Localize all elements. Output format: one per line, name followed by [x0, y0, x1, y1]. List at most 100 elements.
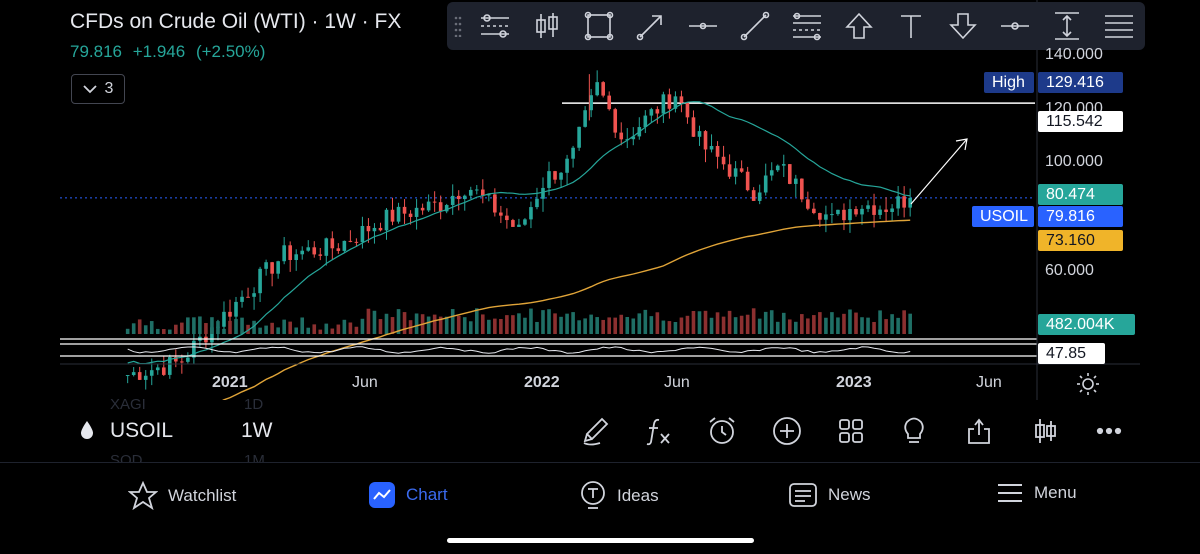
candle-body [643, 115, 648, 128]
volume-bar [481, 314, 485, 334]
fib-lines-icon[interactable] [781, 2, 833, 50]
volume-bar [733, 317, 738, 334]
interval-selector[interactable]: 1W [241, 419, 273, 443]
volume-bar [306, 327, 311, 334]
nav-ideas[interactable]: Ideas [579, 481, 659, 511]
candle-body [595, 82, 599, 96]
volume-bar [264, 325, 268, 334]
indicators-fx-icon[interactable] [641, 414, 675, 448]
volume-bar [210, 317, 214, 334]
chart-settings-gear-icon[interactable] [1076, 372, 1100, 401]
arrow-down-icon[interactable] [937, 2, 989, 50]
drag-handle-icon[interactable] [447, 2, 469, 50]
nav-news[interactable]: News [788, 481, 871, 509]
home-indicator [447, 538, 754, 543]
volume-bar [721, 316, 726, 334]
volume-bar [402, 312, 407, 334]
candle-body [769, 170, 774, 176]
candle-body [288, 245, 292, 260]
horizontal-line-icon[interactable] [677, 2, 729, 50]
time-label: Jun [352, 374, 378, 391]
candles-icon[interactable] [521, 2, 573, 50]
toolbar-menu-icon[interactable] [1093, 2, 1145, 50]
symbol-selector[interactable]: USOIL [110, 419, 173, 443]
trend-line-icon[interactable] [729, 2, 781, 50]
candle-body [456, 195, 461, 200]
price-tick: 60.000 [1045, 262, 1094, 279]
candle-body [613, 109, 618, 133]
volume-bar [462, 317, 467, 334]
candle-body [222, 311, 226, 327]
candle-body [848, 209, 852, 221]
candle-body [775, 165, 780, 171]
volume-bar [878, 310, 882, 334]
text-tool-icon[interactable] [885, 2, 937, 50]
nav-watchlist[interactable]: Watchlist [128, 481, 236, 511]
layout-grid-icon[interactable] [834, 414, 868, 448]
candle-body [155, 367, 160, 371]
rsi-line [127, 346, 911, 354]
volume-bar [149, 321, 154, 334]
volume-bar [360, 318, 365, 334]
candle-body [721, 156, 726, 165]
candle-body [529, 207, 533, 220]
nav-menu[interactable]: Menu [996, 481, 1077, 505]
candle-body [667, 94, 672, 109]
volume-bar [685, 315, 690, 334]
candle-body [149, 370, 154, 376]
nav-chart[interactable]: Chart [368, 481, 448, 509]
volume-bar [384, 313, 389, 334]
rectangle-icon[interactable] [573, 2, 625, 50]
candle-body [781, 164, 786, 166]
candle-body [420, 207, 425, 211]
volume-bar [613, 317, 618, 334]
volume-bar [775, 321, 780, 334]
volume-bar [703, 310, 708, 334]
volume-bar [715, 312, 720, 334]
candle-body [812, 208, 816, 214]
volume-bar [649, 316, 654, 334]
volume-bar [679, 317, 684, 334]
volume-bar [535, 321, 539, 334]
arrow-tool-icon[interactable] [625, 2, 677, 50]
symbol-price-tag: USOIL [972, 206, 1034, 227]
more-options-icon[interactable] [1092, 414, 1126, 448]
volume-bar [366, 308, 371, 334]
candle-body [727, 164, 732, 177]
draw-brush-icon[interactable] [578, 414, 612, 448]
candle-body [324, 238, 329, 256]
time-label: 2023 [836, 374, 872, 391]
volume-bar [348, 322, 353, 334]
volume-bar [131, 323, 136, 334]
add-plus-icon[interactable] [770, 414, 804, 448]
horizontal-ray-icon[interactable] [989, 2, 1041, 50]
volume-bar [414, 313, 419, 334]
alert-clock-icon[interactable] [705, 414, 739, 448]
ideas-bulb-icon[interactable] [897, 414, 931, 448]
candle-body [601, 82, 605, 96]
candle-body [655, 109, 660, 114]
candle-body [161, 367, 166, 375]
chart-type-candles-icon[interactable] [1028, 414, 1062, 448]
candle-body [824, 214, 828, 220]
candle-body [745, 171, 750, 191]
share-icon[interactable] [962, 414, 996, 448]
volume-bar [270, 322, 274, 334]
candle-body [258, 268, 262, 294]
indicators-toggle[interactable]: 3 [71, 74, 125, 104]
candle-body [228, 311, 232, 317]
candle-body [300, 250, 305, 255]
candle-body [474, 189, 479, 191]
news-icon [789, 483, 817, 507]
volume-bar [192, 317, 196, 334]
price-tick: 100.000 [1045, 153, 1103, 170]
settings-lines-icon[interactable] [469, 2, 521, 50]
volume-bar [234, 319, 238, 334]
candle-body [589, 95, 593, 111]
price-range-icon[interactable] [1041, 2, 1093, 50]
arrow-up-icon[interactable] [833, 2, 885, 50]
candle-body [691, 117, 696, 137]
volume-bar [860, 317, 864, 334]
symbol-title: CFDs on Crude Oil (WTI) · 1W · FX [70, 10, 402, 33]
last-price-value: 79.816 [1038, 206, 1123, 227]
